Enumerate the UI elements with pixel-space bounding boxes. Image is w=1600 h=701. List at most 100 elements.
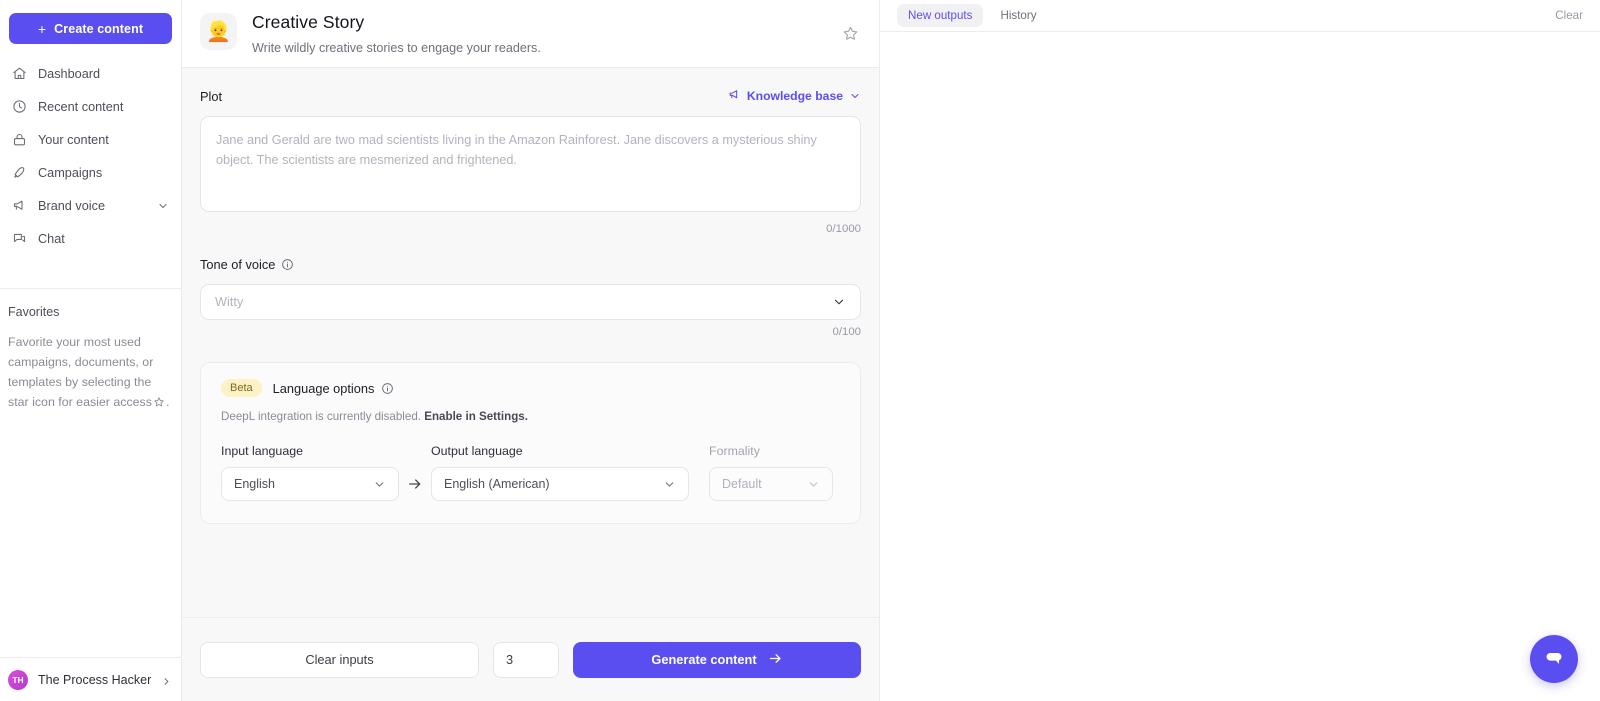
page-title: Creative Story xyxy=(252,12,365,32)
chevron-right-icon xyxy=(161,674,172,685)
tone-label: Tone of voice xyxy=(200,257,276,272)
info-icon[interactable] xyxy=(381,382,394,395)
chevron-down-icon xyxy=(663,478,676,491)
formality-select[interactable]: Default xyxy=(709,467,833,501)
input-language-group: Input language English xyxy=(221,444,399,501)
lock-icon xyxy=(11,132,27,148)
app-root: + Create content Dashboard Recent conten… xyxy=(0,0,1600,701)
quantity-input[interactable] xyxy=(493,641,559,678)
arrow-right-icon xyxy=(768,651,783,669)
create-content-button[interactable]: + Create content xyxy=(9,13,172,44)
sidebar-item-label: Recent content xyxy=(38,99,124,114)
tone-select[interactable]: Witty xyxy=(200,284,861,320)
sidebar: + Create content Dashboard Recent conten… xyxy=(0,0,182,701)
chevron-down-icon xyxy=(157,200,169,212)
input-language-value: English xyxy=(234,477,275,491)
chevron-down-icon xyxy=(849,90,861,102)
info-icon[interactable] xyxy=(281,258,294,271)
chat-bubble-icon xyxy=(1542,646,1566,673)
plot-counter: 0/1000 xyxy=(826,223,861,235)
language-options-header: Beta Language options xyxy=(221,379,840,397)
input-language-select[interactable]: English xyxy=(221,467,399,501)
output-language-label: Output language xyxy=(431,444,523,458)
formality-value: Default xyxy=(722,477,762,491)
output-language-value: English (American) xyxy=(444,477,550,491)
generate-content-label: Generate content xyxy=(651,652,757,667)
input-language-label: Input language xyxy=(221,444,303,458)
create-content-label: Create content xyxy=(54,21,144,36)
sidebar-item-campaigns[interactable]: Campaigns xyxy=(0,156,181,189)
chat-icon xyxy=(11,231,27,247)
status-badge: Beta xyxy=(221,379,262,397)
clock-icon xyxy=(11,99,27,115)
avatar: TH xyxy=(8,669,28,690)
template-form-panel: 👱 Creative Story Write wildly creative s… xyxy=(182,0,880,701)
plot-field-group: Plot Knowledge base 0/1000 xyxy=(200,88,861,235)
form-body: Plot Knowledge base 0/1000 xyxy=(182,68,879,617)
sidebar-item-your-content[interactable]: Your content xyxy=(0,123,181,156)
clear-inputs-button[interactable]: Clear inputs xyxy=(200,641,479,678)
language-options-title-wrap: Language options xyxy=(273,381,395,396)
sidebar-item-chat[interactable]: Chat xyxy=(0,222,181,255)
output-language-group: Output language English (American) xyxy=(431,444,689,501)
tone-label-wrap: Tone of voice xyxy=(200,257,294,272)
sidebar-item-recent-content[interactable]: Recent content xyxy=(0,90,181,123)
sidebar-item-label: Your content xyxy=(38,132,109,147)
tab-history[interactable]: History xyxy=(989,4,1047,27)
plus-icon: + xyxy=(37,20,47,37)
sidebar-item-label: Brand voice xyxy=(38,198,105,213)
chevron-down-icon xyxy=(373,478,386,491)
sidebar-item-dashboard[interactable]: Dashboard xyxy=(0,57,181,90)
favorite-star-button[interactable] xyxy=(839,22,861,44)
arrow-right-icon xyxy=(399,467,431,501)
deepl-disabled-note: DeepL integration is currently disabled.… xyxy=(221,410,840,423)
language-selectors: Input language English Output language E… xyxy=(221,444,840,501)
chat-support-button[interactable] xyxy=(1530,635,1578,683)
generate-content-button[interactable]: Generate content xyxy=(573,641,861,678)
output-panel: New outputs History Clear xyxy=(880,0,1600,701)
star-outline-icon xyxy=(153,394,165,414)
sidebar-item-label: Campaigns xyxy=(38,165,103,180)
sidebar-item-label: Chat xyxy=(38,231,65,246)
form-action-bar: Clear inputs Generate content xyxy=(182,617,879,701)
favorites-description-text-2: icon for easier access xyxy=(32,395,152,409)
template-header-text: Creative Story Write wildly creative sto… xyxy=(252,11,824,55)
megaphone-icon xyxy=(11,198,27,214)
output-list-empty xyxy=(880,32,1600,701)
language-options-title: Language options xyxy=(272,380,375,396)
rocket-icon xyxy=(11,165,27,181)
formality-group: Formality Default xyxy=(709,444,833,501)
tone-value: Witty xyxy=(215,295,244,309)
chevron-down-icon xyxy=(832,295,846,309)
output-tabs: New outputs History Clear xyxy=(880,0,1600,32)
tone-counter: 0/100 xyxy=(832,326,861,338)
clear-outputs-button[interactable]: Clear xyxy=(1555,9,1586,22)
enable-in-settings-link[interactable]: Enable in Settings. xyxy=(424,410,528,423)
tone-field-header: Tone of voice xyxy=(200,257,861,272)
language-options-card: Beta Language options DeepL integration … xyxy=(200,362,861,524)
formality-label: Formality xyxy=(709,444,760,458)
tab-new-outputs[interactable]: New outputs xyxy=(897,4,984,27)
knowledge-base-button[interactable]: Knowledge base xyxy=(728,88,861,104)
favorites-description: Favorite your most used campaigns, docum… xyxy=(8,332,171,414)
sidebar-nav: Dashboard Recent content Your content Ca… xyxy=(0,57,181,255)
favorites-section: Favorites Favorite your most used campai… xyxy=(0,288,181,414)
plot-input[interactable] xyxy=(200,116,861,212)
deepl-note-text: DeepL integration is currently disabled. xyxy=(221,410,421,423)
tone-field-group: Tone of voice Witty 0/100 xyxy=(200,257,861,338)
chevron-down-icon xyxy=(807,478,820,491)
plot-label: Plot xyxy=(200,88,223,104)
favorites-description-trailing: . xyxy=(165,395,170,409)
knowledge-base-label: Knowledge base xyxy=(746,89,843,103)
megaphone-icon xyxy=(728,88,741,104)
home-icon xyxy=(11,66,27,82)
sidebar-item-label: Dashboard xyxy=(38,66,101,81)
template-avatar-icon: 👱 xyxy=(200,13,237,50)
template-header: 👱 Creative Story Write wildly creative s… xyxy=(182,0,879,68)
output-language-select[interactable]: English (American) xyxy=(431,467,689,501)
plot-field-header: Plot Knowledge base xyxy=(200,88,861,104)
user-account-row[interactable]: TH The Process Hacker xyxy=(0,657,182,701)
page-subtitle: Write wildly creative stories to engage … xyxy=(252,41,541,55)
favorites-title: Favorites xyxy=(8,305,60,319)
sidebar-item-brand-voice[interactable]: Brand voice xyxy=(0,189,181,222)
